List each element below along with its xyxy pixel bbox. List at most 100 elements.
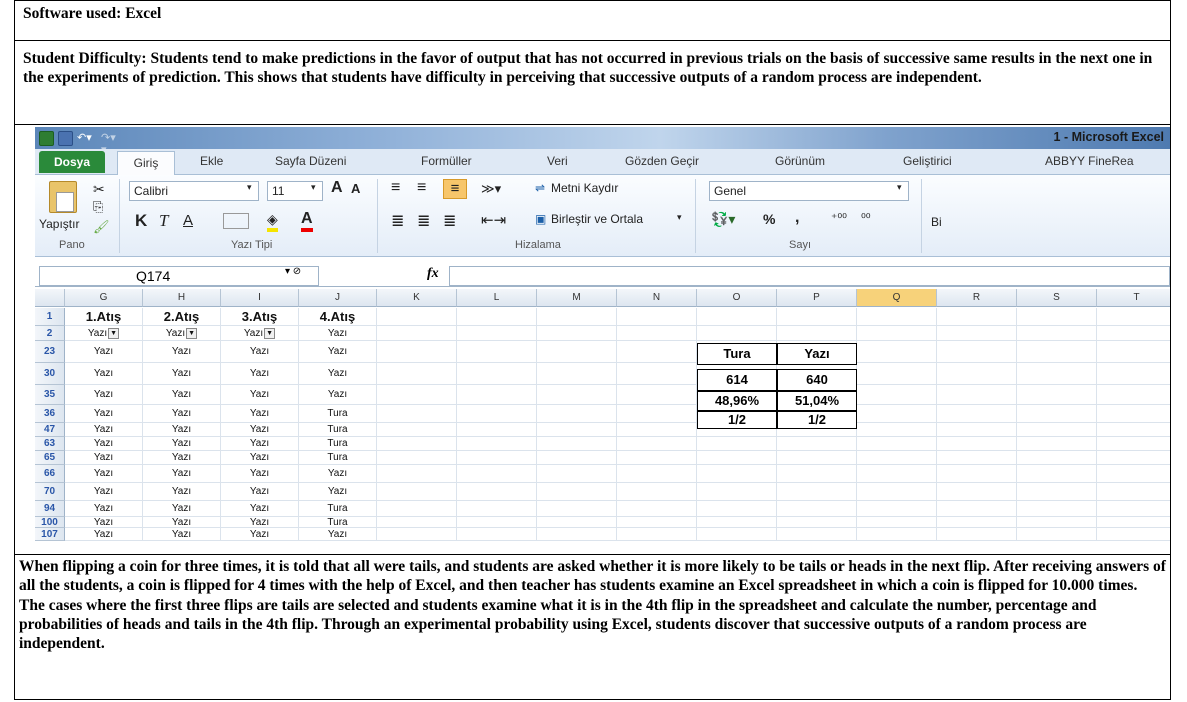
row-header[interactable]: 2 (35, 326, 65, 341)
cut-icon[interactable]: ✂ (93, 181, 105, 198)
row-header[interactable]: 107 (35, 528, 65, 541)
tab-abbyy[interactable]: ABBYY FineRea (1045, 154, 1134, 168)
column-header-g[interactable]: G (65, 289, 143, 307)
align-middle-icon[interactable]: ≡ (417, 179, 426, 197)
paste-icon[interactable] (49, 181, 77, 213)
empty-cell[interactable] (697, 501, 777, 517)
column-header-q[interactable]: Q (857, 289, 937, 307)
row-header[interactable]: 36 (35, 405, 65, 423)
table-cell[interactable]: Yazı (143, 517, 221, 528)
format-painter-icon[interactable]: 🖌 (93, 219, 110, 235)
tab-ekle[interactable]: Ekle (200, 154, 223, 168)
borders-icon[interactable] (223, 213, 249, 229)
empty-cell[interactable] (537, 363, 617, 385)
table-cell[interactable]: Tura (299, 517, 377, 528)
table-cell[interactable]: 4.Atış (299, 308, 377, 326)
filter-dropdown-icon[interactable]: ▼ (186, 327, 198, 339)
table-cell[interactable]: Yazı (221, 465, 299, 483)
empty-cell[interactable] (937, 326, 1017, 341)
empty-cell[interactable] (457, 326, 537, 341)
table-cell[interactable]: Yazı (221, 437, 299, 451)
empty-cell[interactable] (857, 363, 937, 385)
table-cell[interactable]: Yazı (143, 341, 221, 363)
empty-cell[interactable] (537, 423, 617, 437)
font-size-dropdown-icon[interactable]: ▾ (311, 182, 316, 193)
empty-cell[interactable] (1097, 465, 1170, 483)
empty-cell[interactable] (537, 501, 617, 517)
row-header[interactable]: 30 (35, 363, 65, 385)
align-right-icon[interactable]: ≣ (443, 211, 456, 231)
empty-cell[interactable] (1097, 385, 1170, 405)
table-cell[interactable]: Yazı (299, 341, 377, 363)
table-cell[interactable]: 1.Atış (65, 308, 143, 326)
empty-cell[interactable] (457, 528, 537, 541)
empty-cell[interactable] (1097, 341, 1170, 363)
empty-cell[interactable] (537, 451, 617, 465)
empty-cell[interactable] (937, 308, 1017, 326)
empty-cell[interactable] (857, 308, 937, 326)
column-header-p[interactable]: P (777, 289, 857, 307)
empty-cell[interactable] (1017, 326, 1097, 341)
table-cell[interactable]: Yazı (65, 363, 143, 385)
table-cell[interactable]: 2.Atış (143, 308, 221, 326)
table-cell[interactable]: Yazı (221, 483, 299, 501)
merge-center-dropdown-icon[interactable]: ▾ (677, 212, 682, 223)
empty-cell[interactable] (1017, 385, 1097, 405)
name-box[interactable]: Q174 (39, 266, 319, 286)
row-header[interactable]: 65 (35, 451, 65, 465)
align-bottom-icon[interactable]: ≡ (443, 179, 467, 199)
empty-cell[interactable] (857, 465, 937, 483)
row-header[interactable]: 35 (35, 385, 65, 405)
table-cell[interactable]: Yazı ▼ (65, 326, 143, 341)
empty-cell[interactable] (537, 437, 617, 451)
empty-cell[interactable] (457, 405, 537, 423)
empty-cell[interactable] (377, 405, 457, 423)
empty-cell[interactable] (937, 341, 1017, 363)
table-cell[interactable]: Tura (299, 501, 377, 517)
empty-cell[interactable] (1017, 308, 1097, 326)
empty-cell[interactable] (617, 483, 697, 501)
empty-cell[interactable] (377, 308, 457, 326)
empty-cell[interactable] (617, 423, 697, 437)
empty-cell[interactable] (457, 423, 537, 437)
percent-button[interactable]: % (763, 211, 775, 227)
empty-cell[interactable] (1097, 517, 1170, 528)
empty-cell[interactable] (537, 528, 617, 541)
empty-cell[interactable] (937, 483, 1017, 501)
bold-button[interactable]: K (135, 211, 147, 231)
orientation-icon[interactable]: ≫▾ (481, 181, 501, 197)
table-cell[interactable]: Yazı (65, 528, 143, 541)
table-cell[interactable]: Yazı (221, 385, 299, 405)
table-cell[interactable]: Yazı (221, 423, 299, 437)
table-cell[interactable]: Yazı (143, 465, 221, 483)
empty-cell[interactable] (777, 465, 857, 483)
empty-cell[interactable] (937, 363, 1017, 385)
empty-cell[interactable] (1017, 465, 1097, 483)
column-header-r[interactable]: R (937, 289, 1017, 307)
empty-cell[interactable] (857, 423, 937, 437)
table-cell[interactable]: Tura (299, 405, 377, 423)
empty-cell[interactable] (937, 465, 1017, 483)
empty-cell[interactable] (377, 437, 457, 451)
decrease-decimal-button[interactable]: ⁰⁰ (861, 211, 871, 225)
shrink-font-icon[interactable]: A (351, 181, 360, 196)
table-cell[interactable]: Yazı (65, 405, 143, 423)
empty-cell[interactable] (1017, 517, 1097, 528)
indent-icon[interactable]: ⇤⇥ (481, 211, 506, 229)
number-format-box[interactable]: Genel (709, 181, 909, 201)
table-cell[interactable]: Yazı (143, 385, 221, 405)
table-cell[interactable]: Yazı (221, 451, 299, 465)
column-header-n[interactable]: N (617, 289, 697, 307)
table-cell[interactable]: Yazı (299, 483, 377, 501)
empty-cell[interactable] (777, 437, 857, 451)
empty-cell[interactable] (377, 501, 457, 517)
empty-cell[interactable] (537, 326, 617, 341)
empty-cell[interactable] (1017, 405, 1097, 423)
table-cell[interactable]: Tura (299, 451, 377, 465)
fill-color-icon[interactable]: ◈ (267, 211, 278, 232)
align-center-icon[interactable]: ≣ (417, 211, 430, 231)
empty-cell[interactable] (1097, 528, 1170, 541)
column-header-j[interactable]: J (299, 289, 377, 307)
table-cell[interactable]: Yazı (299, 326, 377, 341)
empty-cell[interactable] (857, 528, 937, 541)
